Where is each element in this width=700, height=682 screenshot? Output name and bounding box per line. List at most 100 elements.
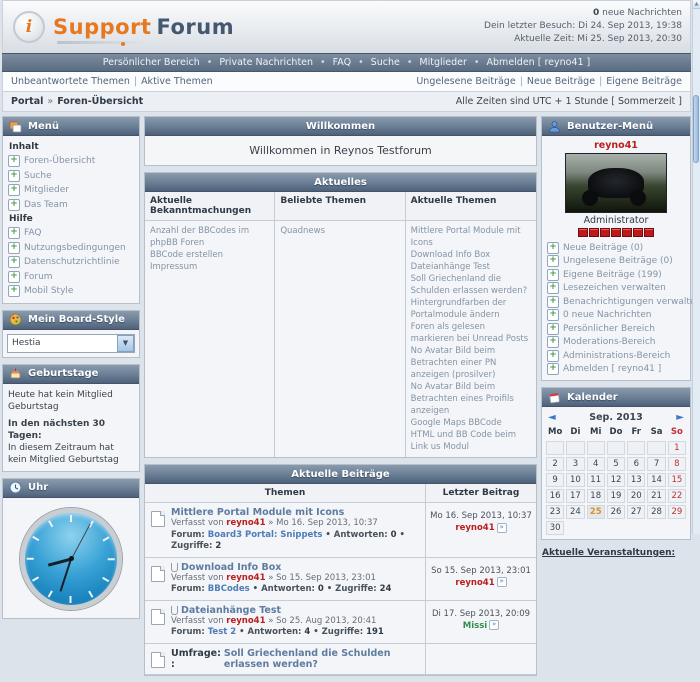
menu-link-datenschutzrichtlinie[interactable]: Datenschutzrichtlinie: [24, 257, 120, 267]
breadcrumb-page[interactable]: Foren-Übersicht: [57, 96, 143, 107]
menu-item-mobil-style[interactable]: +Mobil Style: [8, 284, 134, 299]
nav-abmelden-reyno41[interactable]: Abmelden [ reyno41 ]: [487, 57, 591, 68]
news-link-foren-als-gelesen-markieren-bei-unread-posts[interactable]: Foren als gelesen markieren bei Unread P…: [411, 321, 531, 345]
user-menu-item-persönlicher-bereich[interactable]: +Persönlicher Bereich: [547, 322, 685, 336]
username[interactable]: reyno41: [547, 140, 685, 151]
news-link-no-avatar-bild-beim-betrachten-eines-proifils-anzeigen[interactable]: No Avatar Bild beim Betrachten eines Pro…: [411, 381, 531, 417]
user-menu-link-persönlicher-bereich[interactable]: Persönlicher Bereich: [563, 324, 655, 334]
topic-link-dateianhänge-test[interactable]: Dateianhänge Test: [181, 605, 281, 616]
menu-item-faq[interactable]: +FAQ: [8, 226, 134, 241]
user-menu-item-abmelden-reyno41[interactable]: +Abmelden [ reyno41 ]: [547, 363, 685, 377]
news-link-no-avatar-bild-beim-betrachten-einer-pn-anzeigen-prosilver[interactable]: No Avatar Bild beim Betrachten einer PN …: [411, 345, 531, 381]
news-link-google-maps-bbcode[interactable]: Google Maps BBCode: [411, 417, 531, 429]
calendar-day-9[interactable]: 9: [546, 473, 564, 487]
forum-link-bbcodes[interactable]: BBCodes: [208, 584, 250, 594]
menu-item-datenschutzrichtlinie[interactable]: +Datenschutzrichtlinie: [8, 255, 134, 270]
goto-last-post-icon[interactable]: »: [489, 620, 499, 630]
nav-private-nachrichten[interactable]: Private Nachrichten: [219, 57, 313, 68]
scrollbar-thumb[interactable]: [693, 95, 699, 163]
user-menu-link-abmelden-reyno41[interactable]: Abmelden [ reyno41 ]: [563, 364, 661, 374]
calendar-day-8[interactable]: 8: [668, 457, 686, 471]
subnav-neue-beiträge[interactable]: Neue Beiträge: [527, 76, 595, 87]
scrollbar-up-icon[interactable]: ▲: [693, 0, 700, 9]
menu-item-foren-übersicht[interactable]: +Foren-Übersicht: [8, 154, 134, 169]
menu-link-suche[interactable]: Suche: [24, 171, 52, 181]
user-menu-link-ungelesene-beiträge-0[interactable]: Ungelesene Beiträge (0): [563, 256, 673, 266]
calendar-prev-icon[interactable]: ◄: [548, 412, 556, 423]
calendar-day-1[interactable]: 1: [668, 441, 686, 455]
calendar-day-13[interactable]: 13: [627, 473, 645, 487]
news-link-quadnews[interactable]: Quadnews: [280, 225, 399, 237]
menu-link-das-team[interactable]: Das Team: [24, 200, 68, 210]
user-menu-link-eigene-beiträge-199[interactable]: Eigene Beiträge (199): [563, 270, 662, 280]
menu-link-faq[interactable]: FAQ: [24, 228, 41, 238]
user-menu-link-moderations-bereich[interactable]: Moderations-Bereich: [563, 337, 656, 347]
forum-link-test-2[interactable]: Test 2: [208, 627, 236, 637]
calendar-day-3[interactable]: 3: [566, 457, 584, 471]
chevron-down-icon[interactable]: ▼: [117, 335, 134, 352]
calendar-day-18[interactable]: 18: [587, 489, 605, 503]
scrollbar[interactable]: ▲: [692, 0, 700, 534]
last-post-user[interactable]: reyno41: [455, 523, 494, 533]
user-menu-item-ungelesene-beiträge-0[interactable]: +Ungelesene Beiträge (0): [547, 255, 685, 269]
calendar-day-28[interactable]: 28: [647, 505, 665, 519]
user-menu-item-moderations-bereich[interactable]: +Moderations-Bereich: [547, 336, 685, 350]
forum-logo[interactable]: i SupportForum: [3, 1, 234, 53]
calendar-day-30[interactable]: 30: [546, 521, 564, 535]
user-menu-item-lesezeichen-verwalten[interactable]: +Lesezeichen verwalten: [547, 282, 685, 296]
author-link[interactable]: reyno41: [226, 518, 265, 528]
author-link[interactable]: reyno41: [226, 573, 265, 583]
user-menu-item-0-neue-nachrichten[interactable]: +0 neue Nachrichten: [547, 309, 685, 323]
nav-suche[interactable]: Suche: [371, 57, 400, 68]
calendar-day-12[interactable]: 12: [607, 473, 625, 487]
calendar-day-5[interactable]: 5: [607, 457, 625, 471]
user-menu-link-neue-beiträge-0[interactable]: Neue Beiträge (0): [563, 243, 643, 253]
subnav-eigene-beiträge[interactable]: Eigene Beiträge: [606, 76, 682, 87]
user-menu-link-lesezeichen-verwalten[interactable]: Lesezeichen verwalten: [563, 283, 666, 293]
user-menu-link-benachrichtigungen-verwalten[interactable]: Benachrichtigungen verwalten: [563, 297, 700, 307]
calendar-day-14[interactable]: 14: [647, 473, 665, 487]
user-menu-item-administrations-bereich[interactable]: +Administrations-Bereich: [547, 349, 685, 363]
calendar-day-20[interactable]: 20: [627, 489, 645, 503]
user-menu-item-neue-beiträge-0[interactable]: +Neue Beiträge (0): [547, 241, 685, 255]
last-post-user[interactable]: reyno41: [455, 578, 494, 588]
calendar-day-22[interactable]: 22: [668, 489, 686, 503]
nav-mitglieder[interactable]: Mitglieder: [419, 57, 467, 68]
calendar-day-16[interactable]: 16: [546, 489, 564, 503]
goto-last-post-icon[interactable]: »: [497, 523, 507, 533]
news-link-bbcode-erstellen[interactable]: BBCode erstellen: [150, 249, 269, 261]
menu-link-nutzungsbedingungen[interactable]: Nutzungsbedingungen: [24, 243, 126, 253]
news-link-download-info-box[interactable]: Download Info Box: [411, 249, 531, 261]
calendar-day-15[interactable]: 15: [668, 473, 686, 487]
nav-faq[interactable]: FAQ: [333, 57, 351, 68]
calendar-day-4[interactable]: 4: [587, 457, 605, 471]
user-menu-link-administrations-bereich[interactable]: Administrations-Bereich: [563, 351, 670, 361]
menu-link-mobil-style[interactable]: Mobil Style: [24, 286, 73, 296]
news-link-mittlere-portal-module-mit-icons[interactable]: Mittlere Portal Module mit Icons: [411, 225, 531, 249]
user-menu-item-eigene-beiträge-199[interactable]: +Eigene Beiträge (199): [547, 268, 685, 282]
menu-link-mitglieder[interactable]: Mitglieder: [24, 185, 69, 195]
menu-item-nutzungsbedingungen[interactable]: +Nutzungsbedingungen: [8, 241, 134, 256]
news-link-anzahl-der-bbcodes-im-phpbb-foren[interactable]: Anzahl der BBCodes im phpBB Foren: [150, 225, 269, 249]
news-link-dateianhänge-test[interactable]: Dateianhänge Test: [411, 261, 531, 273]
calendar-day-26[interactable]: 26: [607, 505, 625, 519]
goto-last-post-icon[interactable]: »: [497, 577, 507, 587]
user-menu-link-0-neue-nachrichten[interactable]: 0 neue Nachrichten: [563, 310, 651, 320]
menu-item-suche[interactable]: +Suche: [8, 169, 134, 184]
calendar-day-27[interactable]: 27: [627, 505, 645, 519]
topic-link-download-info-box[interactable]: Download Info Box: [181, 562, 281, 573]
topic-link-soll-griechenland-die-schulden-erlassen-werden[interactable]: Soll Griechenland die Schulden erlassen …: [224, 648, 421, 670]
menu-item-das-team[interactable]: +Das Team: [8, 198, 134, 213]
menu-item-forum[interactable]: +Forum: [8, 270, 134, 285]
calendar-day-2[interactable]: 2: [546, 457, 564, 471]
style-select[interactable]: Hestia ▼: [7, 334, 135, 353]
news-link-html-und-bb-code-beim-link-us-modul[interactable]: HTML und BB Code beim Link us Modul: [411, 429, 531, 453]
calendar-day-24[interactable]: 24: [566, 505, 584, 519]
last-post-user[interactable]: Missi: [463, 621, 487, 631]
nav-persönlicher-bereich[interactable]: Persönlicher Bereich: [103, 57, 200, 68]
forum-link-board3-portal-snippets[interactable]: Board3 Portal: Snippets: [208, 530, 323, 540]
news-link-hintergrundfarben-der-portalmodule-ändern[interactable]: Hintergrundfarben der Portalmodule änder…: [411, 297, 531, 321]
calendar-next-icon[interactable]: ►: [676, 412, 684, 423]
user-menu-item-benachrichtigungen-verwalten[interactable]: +Benachrichtigungen verwalten: [547, 295, 685, 309]
calendar-day-11[interactable]: 11: [587, 473, 605, 487]
